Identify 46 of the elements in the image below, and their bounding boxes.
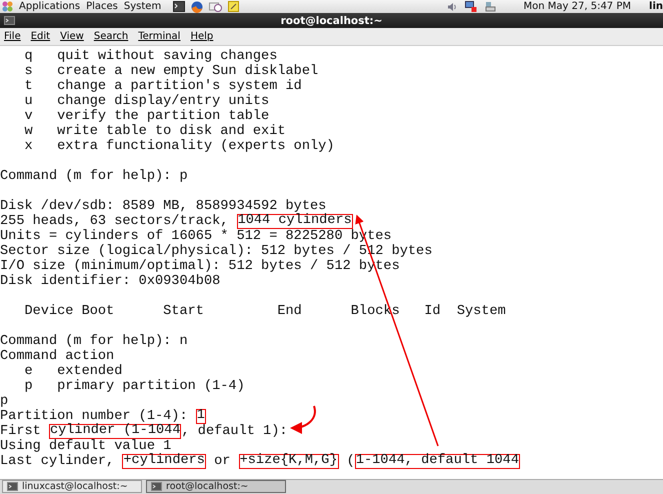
- terminal-line: q quit without saving changes: [23, 49, 278, 64]
- terminal-icon[interactable]: [173, 1, 186, 12]
- user-name[interactable]: lin: [649, 1, 663, 12]
- terminal-line: p: [0, 394, 8, 409]
- terminal-line: s create a new empty Sun disklabel: [23, 64, 318, 79]
- window-title: root@localhost:~: [280, 14, 382, 26]
- menu-item[interactable]: Terminal: [138, 31, 180, 42]
- terminal-line: Using default value 1: [0, 439, 172, 454]
- terminal-line: Command (m for help): p: [0, 169, 188, 184]
- notepad-icon[interactable]: [228, 1, 240, 12]
- terminal-line: u change display/entry units: [23, 94, 270, 109]
- network-icon[interactable]: [464, 1, 477, 12]
- terminal-line: v verify the partition table: [23, 109, 270, 124]
- apps-logo-icon[interactable]: [2, 1, 13, 12]
- taskbar-button[interactable]: linuxcast@localhost:~: [2, 480, 142, 493]
- terminal-line: Disk /dev/sdb: 8589 MB, 8589934592 bytes: [0, 199, 326, 214]
- terminal-line: Last cylinder, +cylinders or +size{K,M,G} (1-1044, default 1044: [0, 454, 520, 469]
- terminal-line: 255 heads, 63 sectors/track, 1044 cylinders: [0, 214, 353, 229]
- panel-menu[interactable]: Places: [86, 1, 118, 12]
- menu-item[interactable]: Help: [190, 31, 214, 42]
- speaker-icon[interactable]: [446, 2, 457, 12]
- printer-icon[interactable]: [484, 1, 496, 12]
- menu-item[interactable]: File: [4, 31, 21, 42]
- terminal-icon: [151, 482, 162, 491]
- terminal-line: Partition number (1-4): 1: [0, 409, 206, 424]
- terminal-icon: [7, 482, 18, 491]
- panel-menu[interactable]: Applications: [19, 1, 80, 12]
- terminal-line: p primary partition (1-4): [23, 379, 245, 394]
- menu-item[interactable]: View: [60, 31, 84, 42]
- terminal-line: e extended: [23, 364, 122, 379]
- clock[interactable]: Mon May 27, 5:47 PM: [524, 1, 632, 12]
- annotation-arrow: [290, 406, 316, 434]
- menu-item[interactable]: Edit: [30, 31, 50, 42]
- terminal-line: w write table to disk and exit: [23, 124, 286, 139]
- terminal-line: x extra functionality (experts only): [23, 139, 334, 154]
- terminal-line: t change a partition's system id: [23, 79, 302, 94]
- mail-clock-icon[interactable]: [209, 1, 222, 12]
- browser-icon[interactable]: [191, 0, 204, 12]
- taskbar-button[interactable]: root@localhost:~: [146, 480, 286, 493]
- terminal-line: First cylinder (1-1044, default 1):: [0, 424, 288, 439]
- panel-menu[interactable]: System: [124, 1, 162, 12]
- window-icon: [4, 16, 15, 25]
- menu-item[interactable]: Search: [94, 31, 128, 42]
- terminal-line: Command (m for help): n: [0, 334, 188, 349]
- terminal-line: Command action: [0, 349, 114, 364]
- terminal-line: Disk identifier: 0x09304b08: [0, 274, 220, 289]
